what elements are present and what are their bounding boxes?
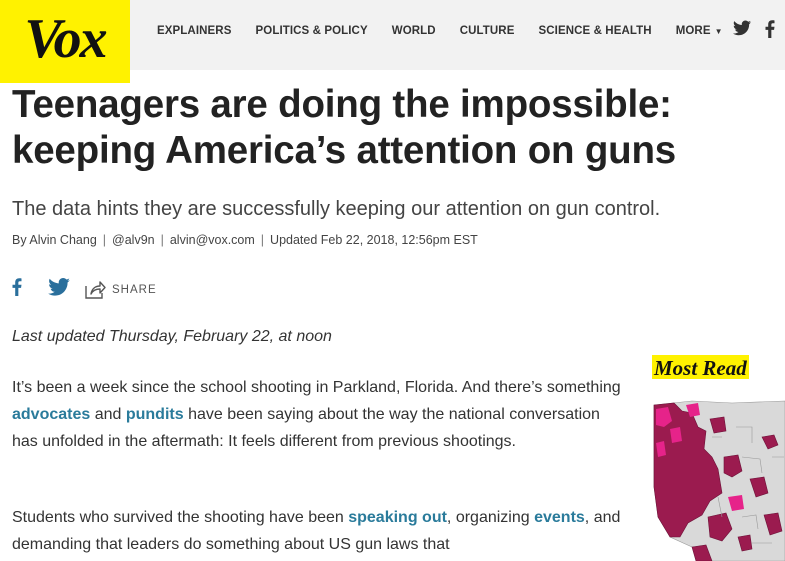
main-nav: EXPLAINERS POLITICS & POLICY WORLD CULTU… <box>157 25 747 37</box>
byline-separator: | <box>260 233 265 247</box>
link-advocates[interactable]: advocates <box>12 406 90 423</box>
share-bar: SHARE <box>12 278 157 301</box>
byline-separator: | <box>102 233 107 247</box>
article-headline: Teenagers are doing the impossible: keep… <box>12 83 677 172</box>
link-events[interactable]: events <box>534 509 585 526</box>
vox-logo[interactable]: Vox <box>0 0 130 83</box>
chevron-down-icon: ▼ <box>714 26 723 36</box>
nav-world[interactable]: WORLD <box>392 25 436 37</box>
most-read-map-thumbnail[interactable] <box>652 397 785 561</box>
byline-author[interactable]: By Alvin Chang <box>12 233 97 247</box>
link-speaking-out[interactable]: speaking out <box>348 509 447 526</box>
byline-separator: | <box>160 233 164 247</box>
facebook-icon[interactable] <box>765 20 775 38</box>
most-read-heading: Most Read <box>652 355 749 380</box>
paragraph-text: and <box>90 406 126 423</box>
paragraph-text: Students who survived the shooting have … <box>12 509 349 526</box>
twitter-icon[interactable] <box>733 20 751 36</box>
nav-politics-policy[interactable]: POLITICS & POLICY <box>256 25 368 37</box>
paragraph-text: It’s been a week since the school shooti… <box>12 379 621 396</box>
article-subhead: The data hints they are successfully kee… <box>12 198 661 220</box>
byline-twitter[interactable]: @alv9n <box>112 233 155 247</box>
share-icon <box>85 280 106 299</box>
nav-explainers[interactable]: EXPLAINERS <box>157 25 232 37</box>
site-header: Vox EXPLAINERS POLITICS & POLICY WORLD C… <box>0 0 785 83</box>
share-button[interactable]: SHARE <box>84 280 157 300</box>
nav-more[interactable]: MORE ▼ <box>676 25 723 37</box>
nav-more-label: MORE <box>675 25 711 37</box>
byline: By Alvin Chang | @alv9n | alvin@vox.com … <box>12 233 478 247</box>
twitter-share-icon[interactable] <box>48 278 70 301</box>
paragraph-text: , organizing <box>446 509 535 526</box>
nav-science-health[interactable]: SCIENCE & HEALTH <box>538 25 651 37</box>
byline-updated: Updated Feb 22, 2018, 12:56pm EST <box>270 233 478 247</box>
share-label: SHARE <box>112 283 157 296</box>
nav-culture[interactable]: CULTURE <box>460 25 515 37</box>
article-paragraph: It’s been a week since the school shooti… <box>12 374 622 455</box>
article-paragraph: Students who survived the shooting have … <box>12 504 622 558</box>
link-pundits[interactable]: pundits <box>126 406 184 423</box>
facebook-share-icon[interactable] <box>12 278 22 301</box>
byline-email[interactable]: alvin@vox.com <box>170 233 255 247</box>
logo-text: Vox <box>24 7 107 70</box>
last-updated-note: Last updated Thursday, February 22, at n… <box>12 328 332 345</box>
